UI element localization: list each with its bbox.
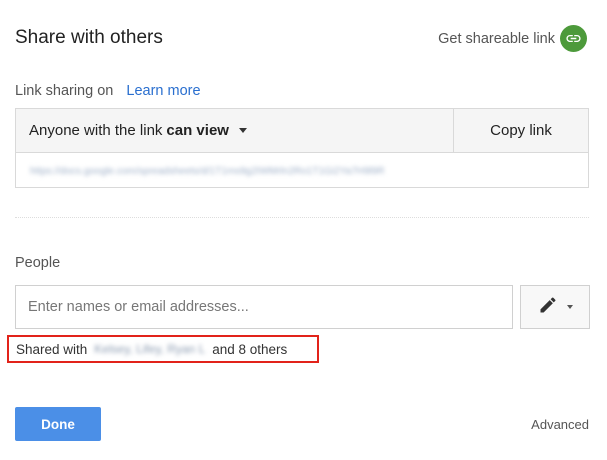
shared-with-others-count: and 8 others — [212, 341, 288, 357]
link-sharing-status: Link sharing on — [15, 83, 114, 99]
learn-more-link[interactable]: Learn more — [126, 83, 200, 99]
dropdown-caret-icon — [238, 128, 247, 133]
section-divider — [15, 217, 589, 218]
copy-link-button[interactable]: Copy link — [453, 109, 588, 152]
chevron-down-icon — [566, 305, 573, 309]
link-access-dropdown[interactable]: Anyone with the link can view — [16, 109, 453, 152]
link-access-level: can view — [166, 122, 229, 139]
shareable-url-field[interactable]: https://docs.google.com/spreadsheets/d/1… — [16, 153, 588, 189]
advanced-link[interactable]: Advanced — [531, 417, 589, 432]
pencil-icon — [538, 295, 558, 320]
shared-with-prefix: Shared with — [16, 341, 88, 357]
link-sharing-status-row: Link sharing on Learn more — [15, 83, 201, 99]
shared-with-names: Kelsey, Lifey, Ryan L — [94, 342, 206, 356]
permission-dropdown-button[interactable] — [520, 285, 590, 329]
people-section-label: People — [15, 255, 61, 271]
dialog-title: Share with others — [15, 27, 163, 48]
link-access-prefix: Anyone with the link — [29, 122, 163, 139]
get-shareable-link-button[interactable]: Get shareable link — [438, 25, 587, 52]
link-icon[interactable] — [560, 25, 587, 52]
people-input[interactable] — [15, 285, 513, 329]
link-share-controls: Anyone with the link can view Copy link — [16, 109, 588, 153]
done-button[interactable]: Done — [15, 407, 101, 441]
shared-with-summary[interactable]: Shared with Kelsey, Lifey, Ryan L and 8 … — [7, 335, 319, 363]
get-shareable-link-label: Get shareable link — [438, 30, 555, 47]
share-dialog: Share with others Get shareable link Lin… — [0, 0, 607, 460]
link-share-box: Anyone with the link can view Copy link … — [15, 108, 589, 188]
